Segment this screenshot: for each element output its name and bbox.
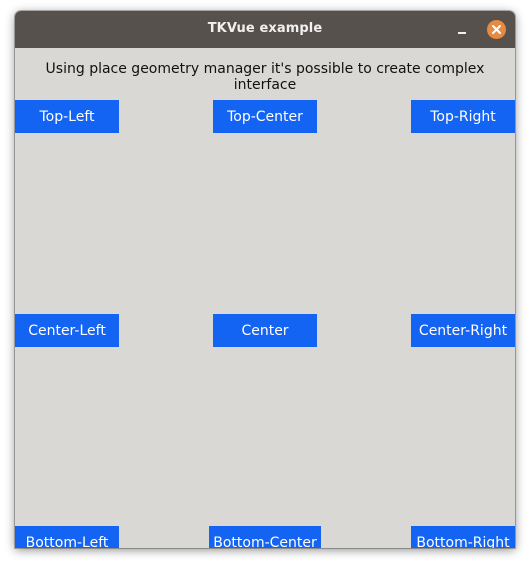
bottom-right-button[interactable]: Bottom-Right [411, 526, 515, 548]
window-content: Using place geometry manager it's possib… [15, 48, 515, 548]
description-label: Using place geometry manager it's possib… [45, 61, 485, 93]
app-window: TKVue example Using place geometry manag… [15, 11, 515, 548]
top-right-button[interactable]: Top-Right [411, 100, 515, 133]
window-title: TKVue example [207, 21, 323, 36]
center-right-button[interactable]: Center-Right [411, 314, 515, 347]
bottom-center-button[interactable]: Bottom-Center [209, 526, 321, 548]
title-bar[interactable]: TKVue example [15, 11, 515, 48]
top-center-button[interactable]: Top-Center [213, 100, 317, 133]
center-button[interactable]: Center [213, 314, 317, 347]
minimize-icon[interactable] [456, 24, 468, 36]
bottom-left-button[interactable]: Bottom-Left [15, 526, 119, 548]
close-x-glyph [492, 25, 501, 34]
top-left-button[interactable]: Top-Left [15, 100, 119, 133]
close-icon[interactable] [487, 20, 506, 39]
center-left-button[interactable]: Center-Left [15, 314, 119, 347]
